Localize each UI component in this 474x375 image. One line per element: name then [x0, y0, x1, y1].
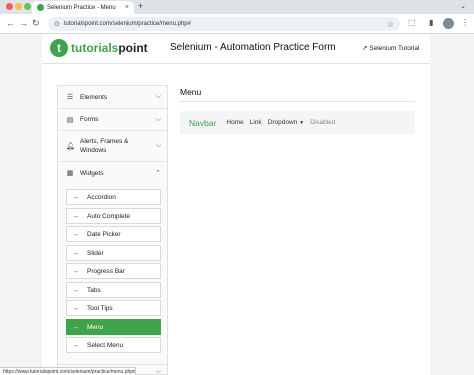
extensions-icon[interactable]: ⬚	[408, 18, 416, 27]
tab-close-icon[interactable]: ×	[125, 4, 129, 11]
arrow-right-icon: →	[72, 212, 79, 220]
arrow-right-icon: →	[72, 267, 79, 275]
navbar-link-link[interactable]: Link	[250, 119, 262, 126]
menu-dots-icon[interactable]: ⋮	[461, 18, 469, 27]
arrow-right-icon: →	[72, 230, 79, 238]
widget-item-accordion[interactable]: → Accordion	[66, 189, 161, 205]
widget-item-date-picker[interactable]: → Date Picker	[66, 226, 161, 242]
widget-item-label: Tabs	[87, 286, 101, 294]
caret-down-icon: ▼	[299, 120, 305, 126]
profile-avatar[interactable]	[443, 18, 454, 29]
widget-item-select-menu[interactable]: → Select Menu	[66, 337, 161, 353]
widget-item-label: Accordion	[87, 193, 116, 201]
back-icon[interactable]: ←	[6, 18, 15, 28]
tab-title: Selenium Practice - Menu	[47, 4, 116, 11]
external-link-icon: ↗	[362, 45, 368, 52]
logo-icon[interactable]: t	[50, 39, 68, 57]
sidebar-item-label: Elements	[80, 93, 108, 101]
section-heading: Menu	[180, 87, 202, 97]
sidebar-item-elements[interactable]: ☰ Elements ⌵	[58, 86, 167, 109]
widget-item-progress-bar[interactable]: → Progress Bar	[66, 263, 161, 279]
navbar-link-disabled: Disabled	[310, 119, 336, 126]
form-icon: ▤	[66, 116, 74, 124]
site-info-icon[interactable]: ⊙	[54, 20, 60, 28]
arrow-right-icon: →	[72, 341, 79, 349]
bell-icon: 🔔︎	[66, 143, 75, 150]
new-tab-button[interactable]: +	[138, 1, 143, 11]
grid-icon: ▦	[66, 170, 74, 177]
close-window-button[interactable]	[6, 3, 13, 10]
browser-toolbar: ← → ↻ ⊙ tutorialspoint.com/selenium/prac…	[0, 14, 474, 34]
arrow-right-icon: →	[72, 193, 79, 201]
navbar-brand[interactable]: Navbar	[189, 118, 216, 128]
logo-brand: tutorials	[71, 41, 119, 55]
sidebar-item-label: Widgets	[80, 169, 104, 177]
widget-item-tool-tips[interactable]: → Tool Tips	[66, 300, 161, 316]
page-title: Selenium - Automation Practice Form	[170, 42, 336, 53]
tutorial-link-label: Selenium Tutorial	[369, 45, 420, 52]
widget-item-label: Auto Complete	[87, 212, 130, 220]
logo-suffix: point	[118, 41, 148, 55]
bookmark-star-icon[interactable]: ☆	[387, 20, 394, 29]
forward-icon[interactable]: →	[19, 18, 28, 28]
widget-item-menu[interactable]: → Menu	[66, 319, 161, 335]
navbar-dropdown-label: Dropdown	[267, 119, 298, 126]
browser-tab-bar: Selenium Practice - Menu × + ⌄	[0, 0, 474, 14]
site-header: t tutorialspoint Selenium - Automation P…	[42, 34, 430, 64]
logo-text[interactable]: tutorialspoint	[71, 41, 148, 55]
selenium-tutorial-link[interactable]: ↗ Selenium Tutorial	[362, 44, 420, 52]
status-bar-url: https://www.tutorialspoint.com/selenium/…	[0, 367, 136, 375]
address-bar[interactable]: ⊙ tutorialspoint.com/selenium/practice/m…	[48, 17, 400, 31]
chevron-up-icon: ⌃	[155, 170, 161, 177]
reload-icon[interactable]: ↻	[32, 18, 40, 29]
minimize-window-button[interactable]	[15, 3, 22, 10]
arrow-right-icon: →	[72, 323, 79, 331]
sidebar-item-widgets[interactable]: ▦ Widgets ⌃	[58, 162, 167, 184]
widget-item-slider[interactable]: → Slider	[66, 245, 161, 261]
divider	[180, 101, 415, 102]
chevron-down-icon: ⌵	[155, 142, 161, 149]
arrow-right-icon: →	[72, 304, 79, 312]
chevron-down-icon: ⌵	[155, 93, 161, 100]
navbar-dropdown[interactable]: Dropdown ▼	[268, 119, 304, 126]
side-panel-icon[interactable]: ▮	[429, 18, 433, 27]
widget-item-label: Progress Bar	[87, 267, 125, 275]
maximize-window-button[interactable]	[24, 3, 31, 10]
widget-item-label: Select Menu	[87, 341, 124, 349]
arrow-right-icon: →	[72, 286, 79, 294]
sidebar-item-alerts[interactable]: 🔔︎ Alerts, Frames & Windows ⌵	[58, 131, 167, 162]
chevron-down-icon: ⌵	[155, 367, 161, 375]
sidebar: ☰ Elements ⌵ ▤ Forms ⌵ 🔔︎ Alerts, Frames…	[57, 85, 168, 375]
browser-tab[interactable]: Selenium Practice - Menu ×	[32, 1, 134, 14]
tab-search-icon[interactable]: ⌄	[460, 2, 466, 10]
hamburger-icon: ☰	[66, 94, 74, 101]
favicon-icon	[37, 4, 44, 11]
widget-item-auto-complete[interactable]: → Auto Complete	[66, 208, 161, 224]
sidebar-item-label: Alerts, Frames & Windows	[80, 138, 129, 154]
arrow-right-icon: →	[72, 249, 79, 257]
url-text: tutorialspoint.com/selenium/practice/men…	[63, 21, 191, 27]
widget-item-label: Slider	[87, 249, 104, 257]
sidebar-item-label: Forms	[80, 116, 99, 123]
widget-item-label: Date Picker	[87, 230, 121, 238]
sidebar-item-forms[interactable]: ▤ Forms ⌵	[58, 109, 167, 131]
navbar-link-home[interactable]: Home	[226, 119, 243, 126]
widget-item-label: Tool Tips	[87, 304, 113, 312]
chevron-down-icon: ⌵	[155, 115, 161, 123]
widget-item-label: Menu	[87, 323, 104, 331]
demo-navbar: Navbar Home Link Dropdown ▼ Disabled	[180, 111, 415, 134]
widget-item-tabs[interactable]: → Tabs	[66, 282, 161, 298]
